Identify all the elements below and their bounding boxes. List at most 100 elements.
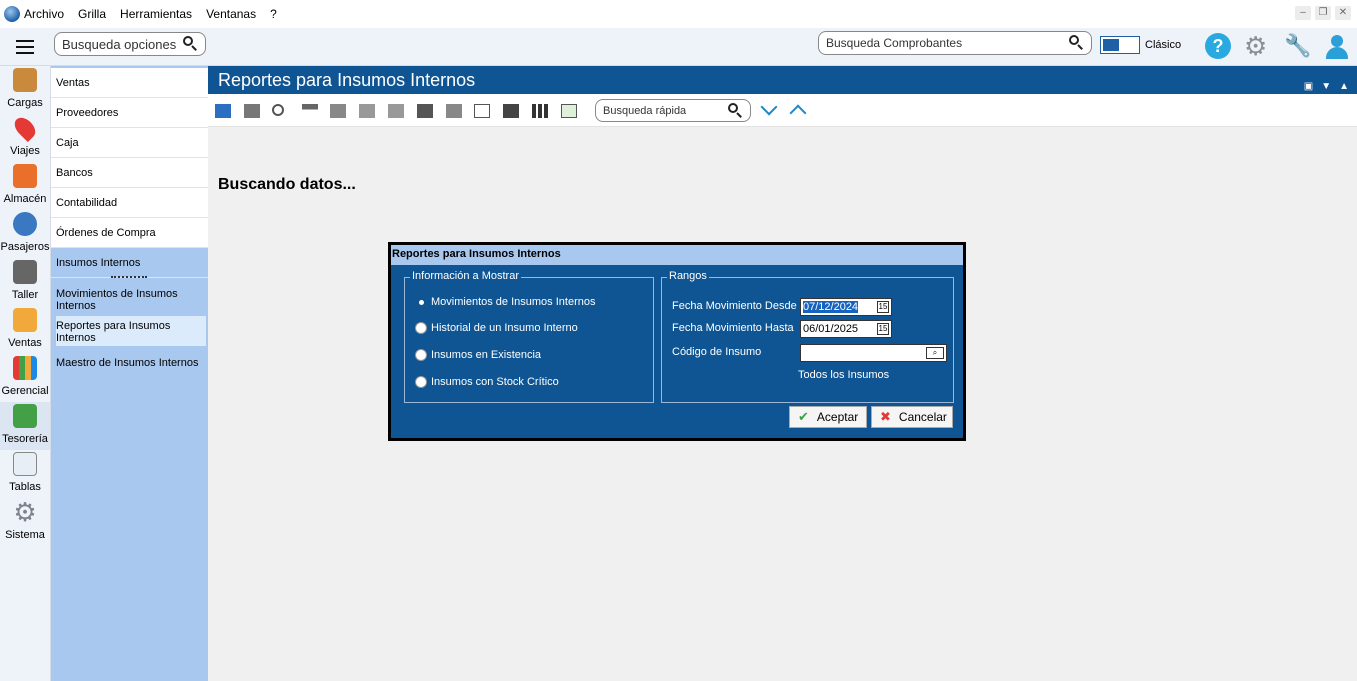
report-dialog-body: Reportes para Insumos Internos Informaci… xyxy=(391,245,963,438)
subitem-reportes[interactable]: Reportes para Insumos Internos xyxy=(56,316,206,346)
filter-load-icon[interactable] xyxy=(446,104,462,118)
nav-sistema[interactable]: ⚙ Sistema xyxy=(0,498,50,546)
lookup-icon[interactable]: ⌕ xyxy=(926,347,944,359)
chevron-up-icon[interactable] xyxy=(789,104,807,122)
nav-tesoreria[interactable]: Tesorería xyxy=(0,402,50,450)
wrench-icon[interactable]: 🔧 xyxy=(1284,33,1311,59)
subitem-movimientos[interactable]: Movimientos de Insumos Internos xyxy=(56,288,206,312)
radio-label: Historial de un Insumo Interno xyxy=(431,322,578,334)
sales-icon xyxy=(13,308,37,332)
hasta-label: Fecha Movimiento Hasta xyxy=(672,322,794,334)
resize-grip[interactable] xyxy=(111,276,147,280)
nav-tablas[interactable]: Tablas xyxy=(0,450,50,498)
options-search-input[interactable]: Busqueda opciones xyxy=(54,32,206,56)
todos-insumos-label: Todos los Insumos xyxy=(798,369,890,381)
search-icon[interactable] xyxy=(1069,35,1083,50)
quick-search-input[interactable]: Busqueda rápida xyxy=(595,99,751,122)
user-icon[interactable] xyxy=(1324,33,1350,59)
add-column-icon[interactable] xyxy=(561,104,577,118)
settings-gear-icon[interactable]: ⚙ xyxy=(1244,33,1270,59)
menu-herramientas[interactable]: Herramientas xyxy=(120,7,192,21)
ranges-legend: Rangos xyxy=(667,270,709,282)
accept-button[interactable]: ✔ Aceptar xyxy=(789,406,867,428)
menu-ventanas[interactable]: Ventanas xyxy=(206,7,256,21)
classic-mode-toggle[interactable] xyxy=(1100,36,1140,54)
search-icon[interactable] xyxy=(728,103,742,118)
submenu-bancos[interactable]: Bancos xyxy=(51,158,208,188)
radio-label: Movimientos de Insumos Internos xyxy=(431,296,596,308)
menu-help[interactable]: ? xyxy=(270,7,277,21)
submenu-insumos-internos[interactable]: Insumos Internos xyxy=(51,248,208,278)
accept-label: Aceptar xyxy=(816,410,859,424)
warehouse-icon xyxy=(13,164,37,188)
nav-taller[interactable]: Taller xyxy=(0,258,50,306)
filter-edit-icon[interactable] xyxy=(388,104,404,118)
submenu-proveedores[interactable]: Proveedores xyxy=(51,98,208,128)
filter-add-icon[interactable] xyxy=(359,104,375,118)
app-logo-icon xyxy=(4,6,20,22)
money-icon xyxy=(13,404,37,428)
submenu-ordenes-compra[interactable]: Órdenes de Compra xyxy=(51,218,208,248)
box-icon xyxy=(13,68,37,92)
chevron-down-icon[interactable] xyxy=(760,98,778,116)
radio-movimientos[interactable]: Movimientos de Insumos Internos xyxy=(415,296,595,308)
filter-clear-icon[interactable] xyxy=(330,104,346,118)
calendar-icon[interactable]: 15 xyxy=(877,301,889,313)
card-icon[interactable] xyxy=(503,104,519,118)
nav-viajes[interactable]: Viajes xyxy=(0,113,50,162)
submenu-contabilidad[interactable]: Contabilidad xyxy=(51,188,208,218)
minimize-icon[interactable]: – xyxy=(1295,6,1311,20)
bar-chart-icon[interactable] xyxy=(532,104,548,118)
print-icon[interactable] xyxy=(244,104,260,118)
page-title-text: Reportes para Insumos Internos xyxy=(218,70,476,90)
subitem-maestro[interactable]: Maestro de Insumos Internos xyxy=(56,357,206,369)
hasta-date-value: 06/01/2025 xyxy=(803,323,859,335)
nav-label: Almacén xyxy=(3,193,47,205)
cancel-button[interactable]: ✖ Cancelar xyxy=(871,406,953,428)
hasta-date-field[interactable]: 06/01/2025 15 xyxy=(800,320,892,338)
edit-icon[interactable] xyxy=(215,104,231,118)
radio-stock-critico[interactable]: Insumos con Stock Crítico xyxy=(415,376,559,388)
calendar-icon[interactable]: 15 xyxy=(877,323,889,335)
comprobantes-search-input[interactable]: Busqueda Comprobantes xyxy=(818,31,1092,55)
menu-archivo[interactable]: Archivo xyxy=(24,7,64,21)
cancel-label: Cancelar xyxy=(898,410,947,424)
filter-save-icon[interactable] xyxy=(417,104,433,118)
nav-label: Ventas xyxy=(8,337,42,349)
info-legend: Información a Mostrar xyxy=(410,270,521,282)
nav-label: Gerencial xyxy=(1,385,49,397)
search-icon[interactable] xyxy=(183,36,197,51)
magnifier-icon[interactable] xyxy=(272,104,284,116)
nav-pasajeros[interactable]: Pasajeros xyxy=(0,210,50,258)
restore-icon[interactable]: ❐ xyxy=(1315,6,1331,20)
nav-gerencial[interactable]: Gerencial xyxy=(0,354,50,402)
submenu-caja[interactable]: Caja xyxy=(51,128,208,158)
submenu-ventas[interactable]: Ventas xyxy=(51,68,208,98)
tools-icon xyxy=(13,260,37,284)
radio-label: Insumos en Existencia xyxy=(431,349,542,361)
close-icon[interactable]: ✕ xyxy=(1335,6,1351,20)
passenger-icon xyxy=(13,212,37,236)
filter-icon[interactable] xyxy=(302,104,318,118)
radio-historial[interactable]: Historial de un Insumo Interno xyxy=(415,322,578,334)
menu-grilla[interactable]: Grilla xyxy=(78,7,106,21)
nav-cargas[interactable]: Cargas xyxy=(0,66,50,114)
nav-ventas[interactable]: Ventas xyxy=(0,306,50,354)
radio-selected-dot xyxy=(419,299,424,305)
ranges-groupbox: Rangos Fecha Movimiento Desde 07/12/2024… xyxy=(661,270,954,403)
help-icon[interactable]: ? xyxy=(1205,33,1231,59)
nav-label: Sistema xyxy=(5,529,45,541)
radio-circle xyxy=(415,376,427,388)
columns-icon[interactable] xyxy=(474,104,490,118)
desde-date-field[interactable]: 07/12/2024 15 xyxy=(800,298,892,316)
comprobantes-search-placeholder: Busqueda Comprobantes xyxy=(826,36,963,50)
nav-label: Viajes xyxy=(10,145,40,157)
report-dialog: Reportes para Insumos Internos Informaci… xyxy=(388,242,966,441)
classic-mode-label: Clásico xyxy=(1145,39,1182,51)
nav-almacen[interactable]: Almacén xyxy=(0,162,50,210)
codigo-insumo-field[interactable]: ⌕ xyxy=(800,344,947,362)
chart-icon xyxy=(13,356,37,380)
radio-circle xyxy=(415,322,427,334)
hamburger-menu-icon[interactable] xyxy=(16,40,34,54)
radio-existencia[interactable]: Insumos en Existencia xyxy=(415,349,541,361)
